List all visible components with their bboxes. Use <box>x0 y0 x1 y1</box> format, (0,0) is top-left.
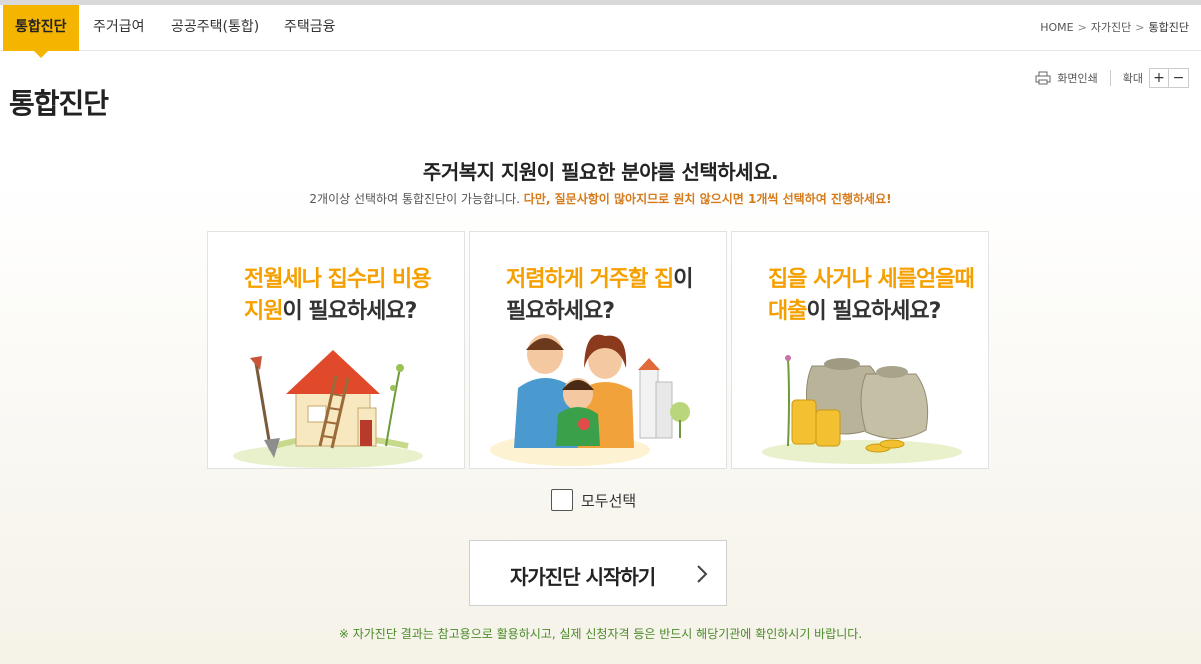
select-all-toggle[interactable]: 모두선택 <box>551 489 636 511</box>
card-rent-repair-support[interactable]: 전월세나 집수리 비용 지원이 필요하세요? <box>207 231 465 469</box>
tab-housing-finance[interactable]: 주택금융 <box>284 5 336 51</box>
card-question-highlight: 저렴하게 거주할 집 <box>506 267 674 292</box>
house-illustration <box>233 350 423 468</box>
select-all-label[interactable]: 모두선택 <box>581 490 636 511</box>
select-all-checkbox[interactable] <box>551 489 573 511</box>
zoom-out-button[interactable]: − <box>1169 68 1189 88</box>
card-loan-support[interactable]: 집을 사거나 세를얻을때 대출이 필요하세요? <box>731 231 989 469</box>
page-title: 통합진단 <box>9 87 109 120</box>
family-illustration <box>490 334 690 466</box>
section-heading: 주거복지 지원이 필요한 분야를 선택하세요. <box>422 160 779 184</box>
zoom-label: 확대 <box>1122 72 1143 85</box>
breadcrumb-current: 통합진단 <box>1148 21 1189 34</box>
money-bags-illustration <box>762 355 962 464</box>
breadcrumb-self-diagnosis[interactable]: 자가진단 <box>1091 21 1131 34</box>
card-question-highlight: 전월세나 집수리 비용 <box>244 267 431 292</box>
card-question: 저렴하게 거주할 집이 필요하세요? <box>506 264 694 328</box>
card-affordable-housing[interactable]: 저렴하게 거주할 집이 필요하세요? <box>469 231 727 469</box>
tab-bar: 통합진단 주거급여 공공주택(통합) 주택금융 <box>0 5 1201 58</box>
card-question-text: 필요하세요? <box>506 299 615 324</box>
card-question-highlight: 집을 사거나 세를얻을때 <box>768 267 975 292</box>
print-screen-link[interactable]: 화면인쇄 <box>1057 70 1097 86</box>
tools-divider <box>1109 70 1111 86</box>
start-self-diagnosis-button[interactable]: 자가진단 시작하기 <box>469 540 727 606</box>
subtext-normal: 2개이상 선택하여 통합진단이 가능합니다. <box>309 192 524 206</box>
disclaimer-note: ※ 자가진단 결과는 참고용으로 활용하시고, 실제 신청자격 등은 반드시 해… <box>338 627 863 641</box>
chevron-right-icon <box>696 564 708 588</box>
card-question: 집을 사거나 세를얻을때 대출이 필요하세요? <box>768 264 975 328</box>
subtext-warning: 다만, 질문사항이 많아지므로 원치 않으시면 1개씩 선택하여 진행하세요! <box>523 192 892 206</box>
card-question-highlight: 대출 <box>768 299 807 324</box>
zoom-in-button[interactable]: + <box>1149 68 1169 88</box>
tab-housing-benefit[interactable]: 주거급여 <box>93 5 145 51</box>
breadcrumb-separator: > <box>1135 21 1145 34</box>
printer-icon[interactable] <box>1035 71 1051 85</box>
page-tools: 화면인쇄 확대 + − <box>1035 67 1189 89</box>
breadcrumb-home[interactable]: HOME <box>1040 21 1073 34</box>
start-button-label: 자가진단 시작하기 <box>510 565 656 589</box>
card-question-text: 이 필요하세요? <box>282 299 417 324</box>
tab-public-housing[interactable]: 공공주택(통합) <box>171 5 259 51</box>
card-question-text: 이 필요하세요? <box>806 299 941 324</box>
card-question: 전월세나 집수리 비용 지원이 필요하세요? <box>244 264 431 328</box>
card-question-highlight: 지원 <box>244 299 283 324</box>
section-subtext: 2개이상 선택하여 통합진단이 가능합니다. 다만, 질문사항이 많아지므로 원… <box>0 190 1201 207</box>
breadcrumb: HOME > 자가진단 > 통합진단 <box>1040 5 1189 51</box>
breadcrumb-separator: > <box>1077 21 1087 34</box>
tab-integrated-diagnosis[interactable]: 통합진단 <box>3 5 79 58</box>
card-question-text: 이 <box>673 267 693 292</box>
